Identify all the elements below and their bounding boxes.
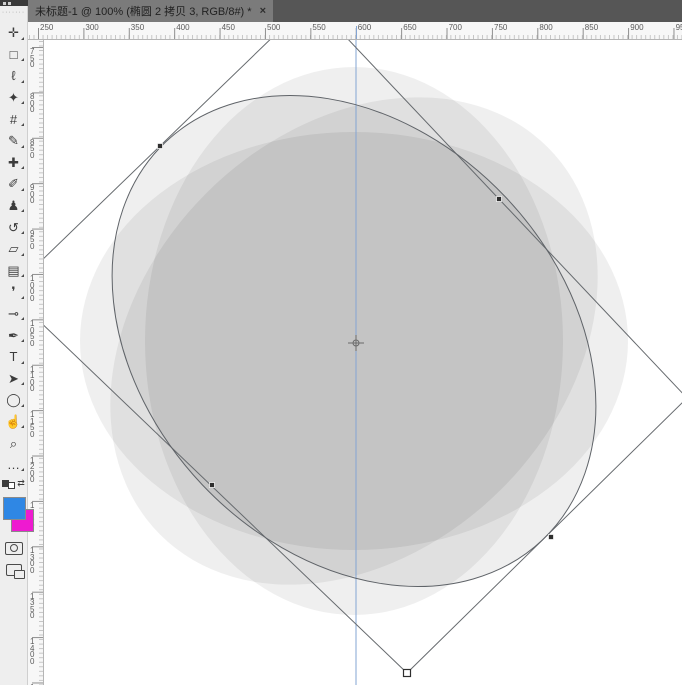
- screen-mode-icon: [6, 564, 22, 576]
- screen-mode-button[interactable]: [0, 559, 27, 581]
- gradient-icon: ▤: [7, 264, 19, 277]
- hruler-label: 750: [494, 23, 507, 32]
- tool-pen[interactable]: ✒: [0, 324, 27, 346]
- vruler-label: 1200: [30, 458, 36, 484]
- hruler-label: 350: [131, 23, 144, 32]
- default-colors-back-icon: [8, 482, 15, 489]
- ellipse-shape-icon: ◯: [6, 393, 21, 406]
- hruler-label: 400: [176, 23, 189, 32]
- document-title: 未标题-1 @ 100% (椭圆 2 拷贝 3, RGB/8#) *: [35, 3, 252, 19]
- tool-lasso[interactable]: ℓ: [0, 65, 27, 87]
- transform-handle[interactable]: [210, 483, 215, 488]
- vruler-label: 850: [30, 140, 36, 160]
- hruler-label: 950: [676, 23, 682, 32]
- corner-transform-handle[interactable]: [404, 670, 411, 677]
- eraser-icon: ▱: [9, 242, 19, 255]
- transform-handle[interactable]: [158, 144, 163, 149]
- pen-icon: ✒: [8, 329, 19, 342]
- tool-move[interactable]: ✛: [0, 22, 27, 44]
- dodge-icon: ⊸: [8, 307, 19, 320]
- type-icon: T: [10, 350, 18, 363]
- toolbar-drag-handle[interactable]: ·······: [0, 6, 27, 22]
- eyedropper-icon: ✎: [8, 134, 19, 147]
- swap-colors-icon[interactable]: ⇄: [17, 478, 25, 489]
- vruler-label: 1000: [30, 276, 36, 302]
- spot-healing-brush-icon: ✚: [8, 156, 19, 169]
- tab-close-icon[interactable]: ×: [260, 5, 266, 17]
- tool-clone-stamp[interactable]: ♟: [0, 195, 27, 217]
- vruler-label: 1100: [30, 367, 36, 393]
- tool-edit-toolbar[interactable]: …: [0, 454, 27, 476]
- corner-dot-icon: [3, 2, 6, 5]
- vruler-label: 800: [30, 94, 36, 114]
- hruler-label: 700: [449, 23, 462, 32]
- hruler-label: 300: [85, 23, 98, 32]
- tools-panel: ······· ✛ □ ℓ ✦ # ✎ ✚ ✐ ♟ ↺ ▱ ▤ ❜ ⊸ ✒ T ➤ ◯ ☝ ⌕ … ⇄: [0, 6, 28, 685]
- vruler-label: 1400: [30, 639, 36, 665]
- vruler-label: 1300: [30, 548, 36, 574]
- photoshop-window: 未标题-1 @ 100% (椭圆 2 拷贝 3, RGB/8#) * × ···…: [0, 0, 682, 685]
- horizontal-ruler[interactable]: 250 300 350 400 450 500 550 600 650 700 750 800 850 9…: [28, 22, 682, 40]
- vruler-label: 1350: [30, 594, 36, 620]
- tool-type[interactable]: T: [0, 346, 27, 368]
- color-swatches: [0, 493, 27, 537]
- magic-wand-icon: ✦: [8, 91, 19, 104]
- foreground-color-swatch[interactable]: [3, 497, 26, 520]
- hruler-label: 600: [358, 23, 371, 32]
- transform-handle[interactable]: [549, 535, 554, 540]
- document-tab[interactable]: 未标题-1 @ 100% (椭圆 2 拷贝 3, RGB/8#) * ×: [28, 0, 273, 22]
- tool-crop[interactable]: #: [0, 108, 27, 130]
- vruler-label: 1050: [30, 321, 36, 347]
- tool-history-brush[interactable]: ↺: [0, 216, 27, 238]
- canvas-svg[interactable]: [44, 40, 682, 685]
- transform-handle[interactable]: [497, 197, 502, 202]
- hruler-label: 800: [539, 23, 552, 32]
- tool-path-selection[interactable]: ➤: [0, 368, 27, 390]
- hruler-label: 850: [585, 23, 598, 32]
- zoom-icon: ⌕: [10, 437, 17, 450]
- vruler-label: 900: [30, 185, 36, 205]
- hruler-label: 550: [312, 23, 325, 32]
- quick-mask-icon: [5, 542, 23, 555]
- tool-ellipse-shape[interactable]: ◯: [0, 389, 27, 411]
- tool-eyedropper[interactable]: ✎: [0, 130, 27, 152]
- history-brush-icon: ↺: [8, 221, 19, 234]
- move-icon: ✛: [8, 26, 19, 39]
- tool-rectangular-marquee[interactable]: □: [0, 44, 27, 66]
- hruler-label: 450: [222, 23, 235, 32]
- blur-icon: ❜: [11, 285, 15, 298]
- tool-magic-wand[interactable]: ✦: [0, 87, 27, 109]
- hand-icon: ☝: [5, 415, 21, 428]
- quick-mask-button[interactable]: [0, 537, 27, 559]
- hruler-label: 900: [630, 23, 643, 32]
- corner-dot-icon: [8, 2, 11, 5]
- tool-gradient[interactable]: ▤: [0, 260, 27, 282]
- hruler-label: 250: [40, 23, 53, 32]
- edit-toolbar-icon: …: [7, 458, 20, 471]
- path-selection-icon: ➤: [8, 372, 19, 385]
- default-swap-colors[interactable]: ⇄: [0, 475, 27, 491]
- brush-icon: ✐: [8, 177, 19, 190]
- rectangular-marquee-icon: □: [10, 48, 18, 61]
- tool-eraser[interactable]: ▱: [0, 238, 27, 260]
- vruler-label: 1150: [30, 412, 36, 438]
- tool-brush[interactable]: ✐: [0, 173, 27, 195]
- guide-ruler-tick: [356, 26, 357, 39]
- vertical-ruler[interactable]: 7508008509009501000105011001150120012501…: [28, 40, 44, 685]
- tool-spot-healing-brush[interactable]: ✚: [0, 152, 27, 174]
- tool-hand[interactable]: ☝: [0, 411, 27, 433]
- lasso-icon: ℓ: [11, 69, 15, 82]
- vruler-label: 950: [30, 231, 36, 251]
- tool-dodge[interactable]: ⊸: [0, 303, 27, 325]
- tool-list: ✛ □ ℓ ✦ # ✎ ✚ ✐ ♟ ↺ ▱ ▤ ❜ ⊸ ✒ T ➤ ◯ ☝ ⌕ …: [0, 22, 27, 475]
- document-tab-bar: 未标题-1 @ 100% (椭圆 2 拷贝 3, RGB/8#) * ×: [28, 0, 682, 22]
- canvas-area[interactable]: [44, 40, 682, 685]
- clone-stamp-icon: ♟: [8, 199, 20, 212]
- tool-zoom[interactable]: ⌕: [0, 432, 27, 454]
- hruler-label: 650: [403, 23, 416, 32]
- tool-blur[interactable]: ❜: [0, 281, 27, 303]
- crop-icon: #: [10, 113, 17, 126]
- hruler-label: 500: [267, 23, 280, 32]
- vruler-label: 750: [30, 49, 36, 69]
